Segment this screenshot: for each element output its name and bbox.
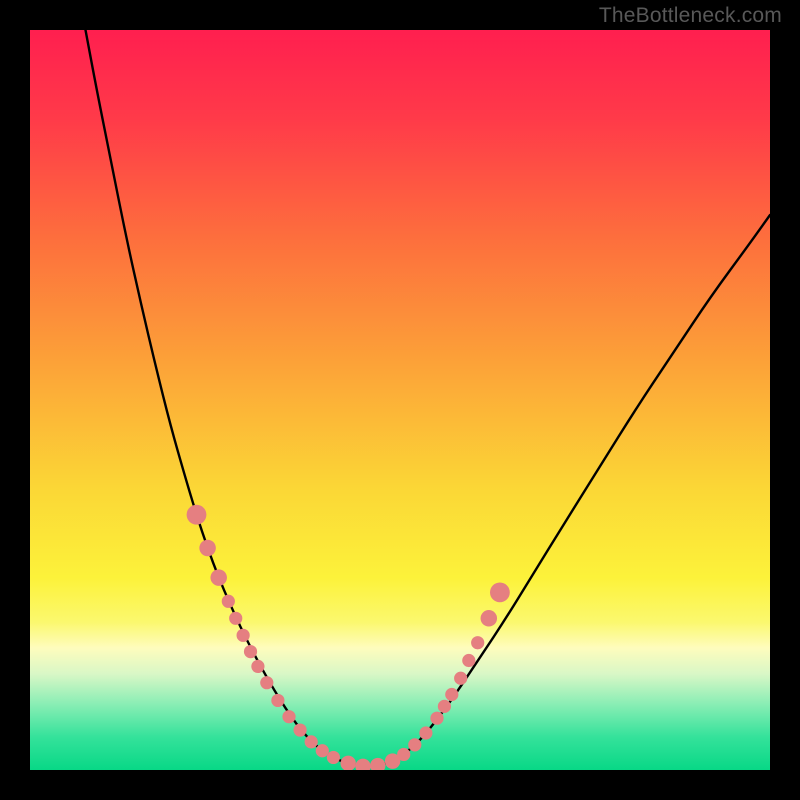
curve-marker bbox=[187, 505, 207, 525]
curve-marker bbox=[462, 654, 475, 667]
curve-marker bbox=[327, 751, 340, 764]
gradient-fill bbox=[30, 30, 770, 770]
curve-marker bbox=[397, 748, 410, 761]
plot-area bbox=[30, 30, 770, 770]
chart-frame: TheBottleneck.com bbox=[0, 0, 800, 800]
curve-marker bbox=[244, 645, 257, 658]
curve-marker bbox=[271, 694, 284, 707]
curve-marker bbox=[445, 688, 458, 701]
curve-marker bbox=[481, 610, 498, 627]
curve-marker bbox=[438, 700, 451, 713]
curve-marker bbox=[294, 723, 307, 736]
curve-marker bbox=[305, 735, 318, 748]
curve-marker bbox=[199, 540, 216, 557]
watermark-text: TheBottleneck.com bbox=[599, 4, 782, 28]
curve-marker bbox=[430, 712, 443, 725]
curve-marker bbox=[210, 569, 227, 586]
curve-marker bbox=[282, 710, 295, 723]
curve-marker bbox=[229, 612, 242, 625]
curve-marker bbox=[237, 629, 250, 642]
curve-marker bbox=[490, 583, 510, 603]
curve-marker bbox=[251, 660, 264, 673]
curve-marker bbox=[316, 744, 329, 757]
curve-marker bbox=[419, 726, 432, 739]
curve-marker bbox=[454, 672, 467, 685]
chart-svg bbox=[30, 30, 770, 770]
curve-marker bbox=[471, 636, 484, 649]
curve-marker bbox=[222, 595, 235, 608]
curve-marker bbox=[260, 676, 273, 689]
curve-marker bbox=[408, 738, 421, 751]
